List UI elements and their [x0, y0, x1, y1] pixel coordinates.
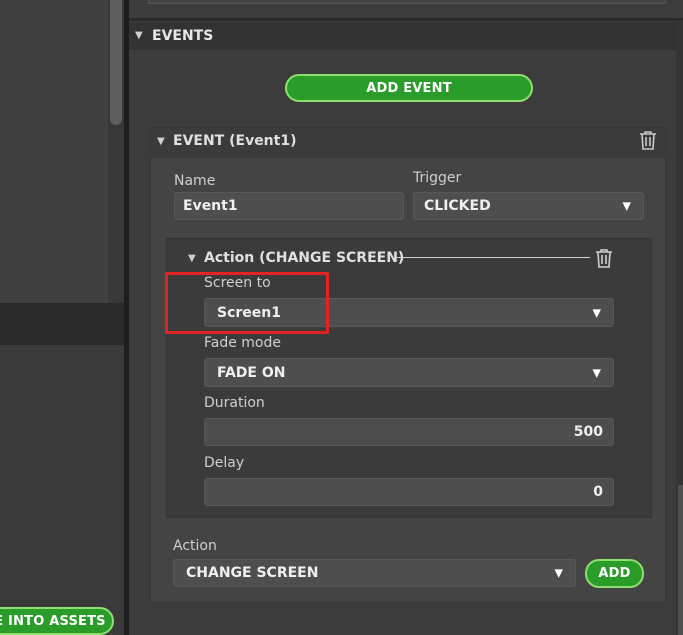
name-label: Name: [174, 173, 216, 189]
new-action-dropdown-arrow-icon: ▼: [554, 566, 563, 580]
duration-input[interactable]: 500: [204, 418, 614, 446]
duration-value: 500: [573, 424, 603, 440]
import-into-assets-label: E INTO ASSETS: [0, 613, 106, 629]
delay-value: 0: [593, 484, 603, 500]
events-title: EVENTS: [152, 28, 214, 44]
trigger-label: Trigger: [413, 170, 462, 186]
action-collapse-icon[interactable]: ▼: [188, 253, 196, 264]
action-title: Action (CHANGE SCREEN): [204, 250, 405, 266]
delay-label: Delay: [204, 455, 245, 471]
new-action-label: Action: [173, 538, 217, 554]
new-action-dropdown[interactable]: CHANGE SCREEN ▼: [173, 559, 576, 587]
add-event-button[interactable]: ADD EVENT: [285, 74, 533, 102]
fade-mode-dropdown-arrow-icon: ▼: [592, 366, 601, 379]
delete-action-icon[interactable]: [595, 248, 613, 268]
duration-label: Duration: [204, 395, 265, 411]
import-into-assets-button[interactable]: E INTO ASSETS: [0, 607, 114, 635]
new-action-value: CHANGE SCREEN: [186, 565, 319, 581]
trigger-dropdown-arrow-icon: ▼: [622, 199, 631, 213]
delete-event-icon[interactable]: [639, 130, 657, 150]
events-collapse-icon[interactable]: ▼: [135, 30, 143, 41]
left-scrollbar-thumb[interactable]: [110, 0, 122, 125]
fade-mode-dropdown[interactable]: FADE ON ▼: [204, 358, 614, 387]
right-scrollbar-thumb[interactable]: [678, 485, 683, 635]
trigger-dropdown[interactable]: CLICKED ▼: [413, 192, 644, 220]
trigger-value: CLICKED: [424, 198, 491, 214]
previous-section-end: [148, 0, 666, 4]
screen-to-highlight: [165, 272, 329, 334]
left-panel-header-band: [0, 303, 124, 345]
name-input[interactable]: Event1: [174, 192, 404, 220]
add-action-label: ADD: [598, 566, 631, 581]
left-panel-lower: [0, 345, 124, 635]
left-panel-content: [0, 0, 108, 303]
delay-input[interactable]: 0: [204, 478, 614, 506]
add-event-label: ADD EVENT: [366, 80, 452, 96]
event-title: EVENT (Event1): [173, 133, 297, 149]
fade-mode-label: Fade mode: [204, 335, 281, 351]
action-header-rule: [397, 257, 590, 258]
screen-to-dropdown-arrow-icon: ▼: [592, 306, 601, 319]
fade-mode-value: FADE ON: [217, 364, 286, 381]
name-value: Event1: [183, 198, 238, 214]
add-action-button[interactable]: ADD: [585, 559, 644, 588]
section-divider: [129, 18, 683, 21]
event-collapse-icon[interactable]: ▼: [157, 136, 165, 147]
